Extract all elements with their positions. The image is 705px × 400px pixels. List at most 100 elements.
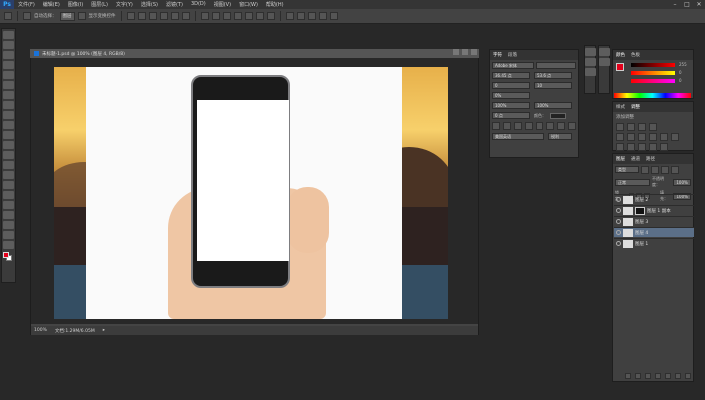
close-button[interactable]: ✕ [693, 0, 705, 9]
hand-tool-icon[interactable] [3, 211, 14, 219]
document-close-icon[interactable] [34, 51, 39, 56]
kerning-field[interactable]: 0 [492, 82, 530, 89]
align-bottom-icon[interactable] [148, 12, 157, 20]
menu-item-1[interactable]: 编辑(E) [39, 1, 64, 8]
3d-roll-icon[interactable] [296, 12, 305, 20]
threshold-icon[interactable] [638, 143, 646, 151]
clone-stamp-tool-icon[interactable] [3, 111, 14, 119]
faux-italic-icon[interactable] [502, 122, 511, 130]
align-top-icon[interactable] [126, 12, 135, 20]
strikethrough-icon[interactable] [568, 122, 576, 130]
layer-row[interactable]: 图层 1 [614, 238, 694, 248]
color-fg-swatch[interactable] [616, 63, 624, 71]
menu-item-9[interactable]: 窗口(W) [235, 1, 262, 8]
maximize-button[interactable]: □ [681, 0, 693, 9]
quick-mask-icon[interactable] [3, 231, 14, 239]
distribute-center-icon[interactable] [244, 12, 253, 20]
layer-row[interactable]: 图层 2 [614, 194, 694, 204]
blend-mode-select[interactable]: 正常 [615, 178, 651, 186]
posterize-icon[interactable] [627, 143, 635, 151]
brightness-icon[interactable] [616, 123, 624, 131]
tab-paths[interactable]: 路径 [646, 156, 655, 162]
layer-style-icon[interactable] [635, 373, 641, 379]
blue-slider[interactable] [631, 79, 675, 83]
tracking-field[interactable]: 10 [534, 82, 572, 89]
marquee-tool-icon[interactable] [3, 41, 14, 49]
menu-item-5[interactable]: 选择(S) [137, 1, 162, 8]
underline-icon[interactable] [557, 122, 566, 130]
align-right-icon[interactable] [181, 12, 190, 20]
new-group-icon[interactable] [665, 373, 671, 379]
path-select-tool-icon[interactable] [3, 191, 14, 199]
antialias-select[interactable]: 锐利 [548, 133, 572, 140]
tab-adjustments[interactable]: 调整 [631, 104, 640, 110]
crop-tool-icon[interactable] [3, 71, 14, 79]
minimize-button[interactable]: – [669, 0, 681, 9]
font-family-select[interactable]: Adobe 宋体 [492, 62, 534, 69]
3d-rotate-icon[interactable] [285, 12, 294, 20]
doc-minimize-button[interactable] [453, 49, 459, 55]
tab-layers[interactable]: 图层 [616, 156, 625, 162]
gradient-tool-icon[interactable] [3, 141, 14, 149]
visibility-eye-icon[interactable] [616, 241, 621, 246]
3d-slide-icon[interactable] [318, 12, 327, 20]
transform-checkbox[interactable] [77, 12, 86, 20]
foreground-color-swatch[interactable] [3, 252, 9, 258]
horizontal-scale-field[interactable]: 100% [534, 102, 572, 109]
pen-tool-icon[interactable] [3, 171, 14, 179]
font-size-field[interactable]: 36.45 点 [492, 72, 530, 79]
green-slider[interactable] [631, 71, 675, 75]
new-adjustment-icon[interactable] [655, 373, 661, 379]
menu-item-3[interactable]: 图层(L) [87, 1, 112, 8]
filter-type-icon[interactable] [661, 166, 669, 174]
tab-channels[interactable]: 通道 [631, 156, 640, 162]
character-panel-icon[interactable] [599, 48, 610, 56]
invert-icon[interactable] [616, 143, 624, 151]
visibility-eye-icon[interactable] [616, 197, 621, 202]
menu-item-4[interactable]: 文字(Y) [112, 1, 137, 8]
selective-color-icon[interactable] [660, 143, 668, 151]
menu-item-6[interactable]: 滤镜(T) [162, 1, 187, 8]
exposure-icon[interactable] [649, 123, 657, 131]
zoom-tool-icon[interactable] [3, 221, 14, 229]
paragraph-panel-icon[interactable] [599, 58, 610, 66]
layer-row[interactable]: 图层 1 副本 [614, 205, 694, 215]
doc-maximize-button[interactable] [462, 49, 468, 55]
tab-styles[interactable]: 样式 [616, 104, 625, 110]
tab-paragraph[interactable]: 段落 [508, 52, 517, 58]
all-caps-icon[interactable] [513, 122, 522, 130]
photo-filter-icon[interactable] [660, 133, 668, 141]
align-middle-icon[interactable] [137, 12, 146, 20]
info-panel-icon[interactable] [585, 68, 596, 76]
menu-item-0[interactable]: 文件(F) [14, 1, 39, 8]
brush-tool-icon[interactable] [3, 101, 14, 109]
status-arrow-icon[interactable]: ▸ [103, 328, 105, 333]
3d-pan-icon[interactable] [307, 12, 316, 20]
auto-select-checkbox[interactable] [23, 12, 31, 20]
vertical-scale-field[interactable]: 100% [492, 102, 530, 109]
language-select[interactable]: 美国英语 [492, 133, 544, 140]
3d-scale-icon[interactable] [329, 12, 338, 20]
zoom-level[interactable]: 100% [34, 328, 47, 333]
leading-field[interactable]: 53.6 点 [534, 72, 572, 79]
baseline-scale-field[interactable]: 0% [492, 92, 530, 99]
vibrance-icon[interactable] [616, 133, 624, 141]
tab-color[interactable]: 颜色 [616, 52, 625, 58]
shape-tool-icon[interactable] [3, 201, 14, 209]
auto-select-dropdown[interactable]: 图层 [59, 11, 75, 21]
hue-saturation-icon[interactable] [627, 133, 635, 141]
screen-mode-icon[interactable] [3, 241, 14, 249]
history-brush-tool-icon[interactable] [3, 121, 14, 129]
history-panel-icon[interactable] [585, 48, 596, 56]
doc-close-button[interactable] [471, 49, 477, 55]
superscript-icon[interactable] [535, 122, 544, 130]
blur-tool-icon[interactable] [3, 151, 14, 159]
align-left-icon[interactable] [159, 12, 168, 20]
subscript-icon[interactable] [546, 122, 555, 130]
visibility-eye-icon[interactable] [616, 219, 621, 224]
filter-adjust-icon[interactable] [651, 166, 659, 174]
healing-brush-tool-icon[interactable] [3, 91, 14, 99]
align-center-icon[interactable] [170, 12, 179, 20]
channel-mixer-icon[interactable] [671, 133, 679, 141]
auto-align-icon[interactable] [266, 12, 275, 20]
